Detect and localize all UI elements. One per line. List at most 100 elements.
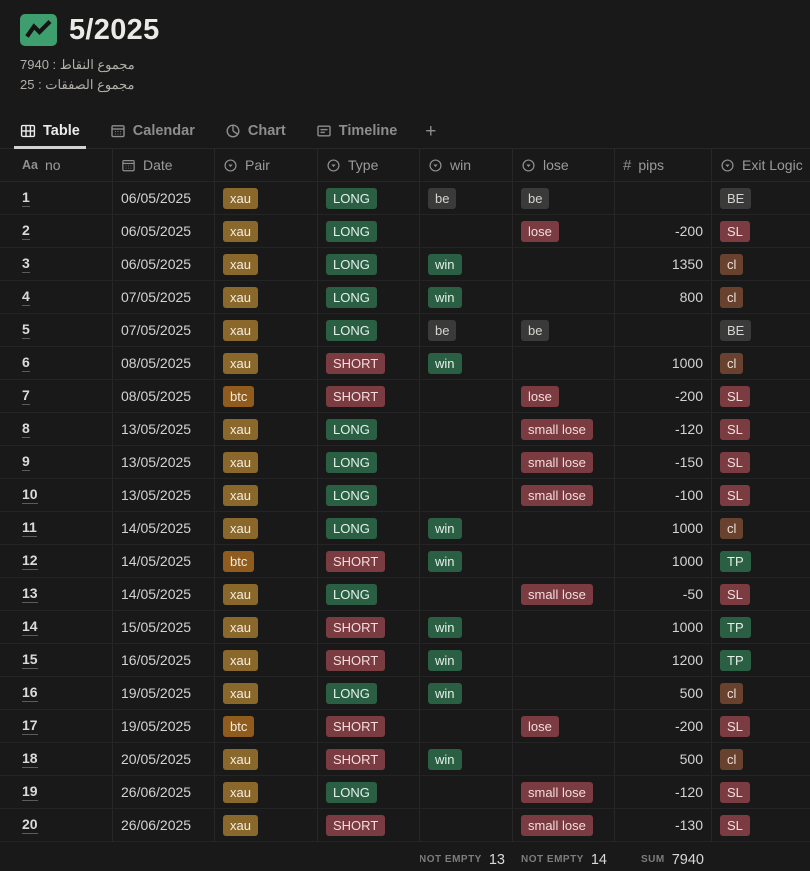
cell-pair[interactable]: btc <box>215 710 318 743</box>
cell-date[interactable]: 07/05/2025 <box>113 314 215 347</box>
column-header-pips[interactable]: # pips <box>615 149 712 182</box>
cell-win[interactable] <box>420 446 513 479</box>
cell-no[interactable]: 20 <box>0 809 113 842</box>
cell-pair[interactable]: xau <box>215 215 318 248</box>
cell-exit-logic[interactable]: TP <box>712 644 810 677</box>
cell-lose[interactable] <box>513 512 615 545</box>
cell-date[interactable]: 08/05/2025 <box>113 380 215 413</box>
cell-lose[interactable] <box>513 545 615 578</box>
cell-lose[interactable] <box>513 644 615 677</box>
column-header-win[interactable]: win <box>420 149 513 182</box>
cell-win[interactable]: win <box>420 611 513 644</box>
cell-win[interactable]: be <box>420 314 513 347</box>
cell-win[interactable]: be <box>420 182 513 215</box>
cell-pair[interactable]: btc <box>215 380 318 413</box>
cell-win[interactable] <box>420 710 513 743</box>
column-header-type[interactable]: Type <box>318 149 420 182</box>
cell-type[interactable]: LONG <box>318 281 420 314</box>
cell-pair[interactable]: xau <box>215 809 318 842</box>
cell-pips[interactable] <box>615 314 712 347</box>
cell-date[interactable]: 13/05/2025 <box>113 479 215 512</box>
cell-exit-logic[interactable]: cl <box>712 512 810 545</box>
cell-no[interactable]: 4 <box>0 281 113 314</box>
cell-lose[interactable]: small lose <box>513 578 615 611</box>
cell-no[interactable]: 13 <box>0 578 113 611</box>
cell-date[interactable]: 06/05/2025 <box>113 182 215 215</box>
cell-type[interactable]: LONG <box>318 413 420 446</box>
cell-type[interactable]: SHORT <box>318 545 420 578</box>
cell-no[interactable]: 15 <box>0 644 113 677</box>
cell-pips[interactable]: -100 <box>615 479 712 512</box>
cell-exit-logic[interactable]: SL <box>712 809 810 842</box>
cell-date[interactable]: 26/06/2025 <box>113 809 215 842</box>
cell-pair[interactable]: xau <box>215 578 318 611</box>
cell-type[interactable]: LONG <box>318 479 420 512</box>
cell-lose[interactable] <box>513 347 615 380</box>
cell-lose[interactable] <box>513 611 615 644</box>
cell-date[interactable]: 06/05/2025 <box>113 215 215 248</box>
cell-type[interactable]: LONG <box>318 512 420 545</box>
cell-win[interactable] <box>420 578 513 611</box>
cell-lose[interactable]: small lose <box>513 479 615 512</box>
cell-no[interactable]: 7 <box>0 380 113 413</box>
cell-pair[interactable]: xau <box>215 644 318 677</box>
cell-win[interactable]: win <box>420 677 513 710</box>
tab-timeline[interactable]: Timeline <box>310 116 404 149</box>
cell-pair[interactable]: xau <box>215 248 318 281</box>
cell-lose[interactable] <box>513 248 615 281</box>
cell-pair[interactable]: xau <box>215 446 318 479</box>
cell-pips[interactable]: 1000 <box>615 611 712 644</box>
cell-pair[interactable]: xau <box>215 347 318 380</box>
add-view-button[interactable]: + <box>421 116 440 148</box>
cell-win[interactable]: win <box>420 545 513 578</box>
cell-no[interactable]: 17 <box>0 710 113 743</box>
column-header-no[interactable]: Aa no <box>0 149 113 182</box>
cell-pips[interactable]: 1350 <box>615 248 712 281</box>
cell-exit-logic[interactable]: SL <box>712 380 810 413</box>
cell-exit-logic[interactable]: BE <box>712 182 810 215</box>
cell-pair[interactable]: xau <box>215 413 318 446</box>
cell-win[interactable] <box>420 809 513 842</box>
cell-exit-logic[interactable]: BE <box>712 314 810 347</box>
cell-type[interactable]: LONG <box>318 182 420 215</box>
cell-pips[interactable]: -120 <box>615 776 712 809</box>
cell-exit-logic[interactable]: SL <box>712 578 810 611</box>
cell-exit-logic[interactable]: cl <box>712 281 810 314</box>
cell-pips[interactable]: 500 <box>615 677 712 710</box>
cell-type[interactable]: LONG <box>318 215 420 248</box>
cell-win[interactable]: win <box>420 743 513 776</box>
cell-pips[interactable]: -50 <box>615 578 712 611</box>
column-header-date[interactable]: Date <box>113 149 215 182</box>
cell-date[interactable]: 13/05/2025 <box>113 446 215 479</box>
cell-exit-logic[interactable]: cl <box>712 248 810 281</box>
cell-pair[interactable]: xau <box>215 182 318 215</box>
column-header-pair[interactable]: Pair <box>215 149 318 182</box>
stat-total-points[interactable]: مجموع النقاط : 7940 <box>20 55 790 75</box>
cell-pips[interactable]: 1000 <box>615 545 712 578</box>
cell-win[interactable] <box>420 776 513 809</box>
cell-date[interactable]: 13/05/2025 <box>113 413 215 446</box>
cell-exit-logic[interactable]: SL <box>712 413 810 446</box>
cell-no[interactable]: 8 <box>0 413 113 446</box>
cell-pair[interactable]: xau <box>215 314 318 347</box>
cell-date[interactable]: 19/05/2025 <box>113 677 215 710</box>
cell-no[interactable]: 1 <box>0 182 113 215</box>
cell-lose[interactable] <box>513 281 615 314</box>
cell-exit-logic[interactable]: cl <box>712 347 810 380</box>
cell-exit-logic[interactable]: cl <box>712 677 810 710</box>
cell-no[interactable]: 19 <box>0 776 113 809</box>
cell-win[interactable]: win <box>420 644 513 677</box>
cell-type[interactable]: SHORT <box>318 611 420 644</box>
cell-exit-logic[interactable]: cl <box>712 743 810 776</box>
cell-pair[interactable]: xau <box>215 479 318 512</box>
cell-type[interactable]: SHORT <box>318 809 420 842</box>
cell-exit-logic[interactable]: SL <box>712 776 810 809</box>
stat-total-trades[interactable]: مجموع الصفقات : 25 <box>20 75 790 95</box>
cell-type[interactable]: LONG <box>318 446 420 479</box>
cell-pips[interactable]: 1000 <box>615 347 712 380</box>
cell-type[interactable]: SHORT <box>318 710 420 743</box>
cell-lose[interactable]: be <box>513 314 615 347</box>
cell-win[interactable] <box>420 380 513 413</box>
cell-pips[interactable]: 1200 <box>615 644 712 677</box>
cell-date[interactable]: 15/05/2025 <box>113 611 215 644</box>
